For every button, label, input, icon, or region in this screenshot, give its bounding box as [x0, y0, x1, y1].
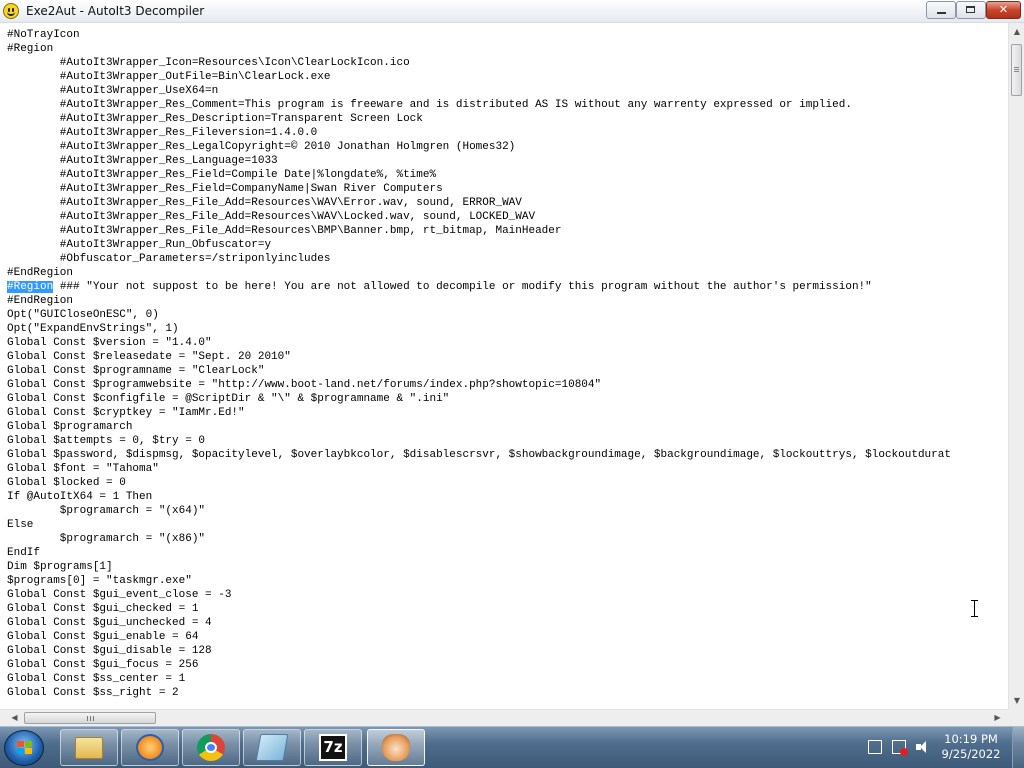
- taskbar-explorer[interactable]: [60, 729, 118, 766]
- code-line[interactable]: Global Const $gui_event_close = -3: [7, 588, 951, 602]
- show-desktop-button[interactable]: [1012, 727, 1024, 768]
- code-line[interactable]: #AutoIt3Wrapper_Res_Description=Transpar…: [7, 112, 951, 126]
- code-line[interactable]: #NoTrayIcon: [7, 28, 951, 42]
- code-line[interactable]: $programs[0] = "taskmgr.exe": [7, 574, 951, 588]
- code-line[interactable]: Global Const $gui_checked = 1: [7, 602, 951, 616]
- code-line[interactable]: Else: [7, 518, 951, 532]
- code-line[interactable]: #Region: [7, 42, 951, 56]
- code-line[interactable]: #AutoIt3Wrapper_OutFile=Bin\ClearLock.ex…: [7, 70, 951, 84]
- taskbar-chrome[interactable]: [182, 729, 240, 766]
- media-player-icon: [136, 734, 164, 761]
- code-line[interactable]: #AutoIt3Wrapper_Icon=Resources\Icon\Clea…: [7, 56, 951, 70]
- code-line[interactable]: #AutoIt3Wrapper_Res_File_Add=Resources\B…: [7, 224, 951, 238]
- start-button[interactable]: [4, 730, 44, 766]
- scrollbar-corner: [1008, 709, 1024, 726]
- notepad-icon: [255, 734, 289, 761]
- scroll-down-arrow-icon[interactable]: ▼: [1009, 692, 1024, 709]
- code-line[interactable]: #AutoIt3Wrapper_Res_Field=CompanyName|Sw…: [7, 182, 951, 196]
- code-line-text: ### "Your not suppost to be here! You ar…: [53, 281, 872, 293]
- code-line[interactable]: Global $programarch: [7, 420, 951, 434]
- close-icon: ✕: [998, 3, 1009, 16]
- code-line[interactable]: Global Const $releasedate = "Sept. 20 20…: [7, 350, 951, 364]
- horizontal-scroll-thumb[interactable]: [24, 712, 156, 724]
- vertical-scroll-thumb[interactable]: [1011, 44, 1022, 96]
- code-line[interactable]: #EndRegion: [7, 266, 951, 280]
- code-line[interactable]: Global Const $gui_unchecked = 4: [7, 616, 951, 630]
- code-line[interactable]: #AutoIt3Wrapper_Res_LegalCopyright=© 201…: [7, 140, 951, 154]
- code-line[interactable]: $programarch = "(x64)": [7, 504, 951, 518]
- code-line[interactable]: Global Const $programwebsite = "http://w…: [7, 378, 951, 392]
- taskbar: 7z 10:19 PM 9/25/2022: [0, 726, 1024, 768]
- source-code[interactable]: #NoTrayIcon #Region #AutoIt3Wrapper_Icon=…: [7, 28, 951, 700]
- code-line[interactable]: #AutoIt3Wrapper_UseX64=n: [7, 84, 951, 98]
- code-line[interactable]: #AutoIt3Wrapper_Res_Language=1033: [7, 154, 951, 168]
- selected-text[interactable]: #Region: [7, 281, 54, 293]
- text-cursor-icon: [970, 600, 979, 617]
- code-line[interactable]: #EndRegion: [7, 294, 951, 308]
- code-line[interactable]: Global Const $configfile = @ScriptDir & …: [7, 392, 951, 406]
- code-line[interactable]: Global $locked = 0: [7, 476, 951, 490]
- volume-icon[interactable]: [916, 740, 930, 754]
- clock-date: 9/25/2022: [941, 747, 1001, 761]
- code-line[interactable]: #AutoIt3Wrapper_Run_Obfuscator=y: [7, 238, 951, 252]
- minimize-icon: [937, 12, 946, 14]
- code-editor[interactable]: #NoTrayIcon #Region #AutoIt3Wrapper_Icon=…: [0, 23, 1008, 709]
- clock-time: 10:19 PM: [944, 732, 998, 746]
- code-line[interactable]: #AutoIt3Wrapper_Res_Field=Compile Date|%…: [7, 168, 951, 182]
- code-line[interactable]: Dim $programs[1]: [7, 560, 951, 574]
- code-line[interactable]: Opt("GUICloseOnESC", 0): [7, 308, 951, 322]
- exe2aut-app-icon[interactable]: [3, 3, 19, 19]
- scroll-left-arrow-icon[interactable]: ◀: [6, 710, 23, 726]
- code-line[interactable]: #Region ### "Your not suppost to be here…: [7, 280, 951, 294]
- scroll-up-arrow-icon[interactable]: ▲: [1009, 23, 1024, 40]
- folder-icon: [75, 737, 103, 759]
- clock[interactable]: 10:19 PM 9/25/2022: [935, 732, 1007, 762]
- taskbar-media-player[interactable]: [121, 729, 179, 766]
- close-button[interactable]: ✕: [986, 1, 1021, 19]
- restore-button[interactable]: [956, 1, 986, 19]
- code-line[interactable]: Global Const $programname = "ClearLock": [7, 364, 951, 378]
- code-line[interactable]: Global Const $cryptkey = "IamMr.Ed!": [7, 406, 951, 420]
- horizontal-scrollbar[interactable]: ◀ ▶: [0, 709, 1008, 726]
- network-icon[interactable]: [892, 740, 908, 756]
- code-line[interactable]: Global $font = "Tahoma": [7, 462, 951, 476]
- code-line[interactable]: Opt("ExpandEnvStrings", 1): [7, 322, 951, 336]
- code-line[interactable]: Global Const $gui_enable = 64: [7, 630, 951, 644]
- minimize-button[interactable]: [926, 1, 956, 19]
- vertical-scrollbar[interactable]: ▲ ▼: [1008, 23, 1024, 709]
- chrome-icon: [197, 734, 225, 761]
- code-line[interactable]: Global Const $version = "1.4.0": [7, 336, 951, 350]
- code-line[interactable]: Global Const $ss_center = 1: [7, 672, 951, 686]
- 7zip-icon: 7z: [319, 734, 347, 761]
- code-line[interactable]: EndIf: [7, 546, 951, 560]
- code-line[interactable]: #AutoIt3Wrapper_Res_File_Add=Resources\W…: [7, 210, 951, 224]
- code-line[interactable]: Global Const $gui_disable = 128: [7, 644, 951, 658]
- code-line[interactable]: #AutoIt3Wrapper_Res_Fileversion=1.4.0.0: [7, 126, 951, 140]
- code-line[interactable]: If @AutoItX64 = 1 Then: [7, 490, 951, 504]
- action-center-icon[interactable]: [868, 740, 882, 754]
- code-line[interactable]: $programarch = "(x86)": [7, 532, 951, 546]
- scroll-right-arrow-icon[interactable]: ▶: [989, 710, 1006, 726]
- taskbar-exe2aut-active[interactable]: [367, 729, 425, 766]
- code-line[interactable]: #AutoIt3Wrapper_Res_Comment=This program…: [7, 98, 951, 112]
- code-line[interactable]: #AutoIt3Wrapper_Res_File_Add=Resources\W…: [7, 196, 951, 210]
- taskbar-7zip[interactable]: 7z: [304, 729, 362, 766]
- code-line[interactable]: #Obfuscator_Parameters=/striponlyinclude…: [7, 252, 951, 266]
- window-title: Exe2Aut - AutoIt3 Decompiler: [26, 4, 205, 18]
- restore-icon: [966, 6, 975, 13]
- windows-logo-icon: [17, 741, 33, 755]
- title-bar[interactable]: Exe2Aut - AutoIt3 Decompiler ✕: [0, 0, 1024, 23]
- taskbar-notepad[interactable]: [243, 729, 301, 766]
- code-line[interactable]: Global Const $gui_focus = 256: [7, 658, 951, 672]
- code-line[interactable]: Global $attempts = 0, $try = 0: [7, 434, 951, 448]
- exe2aut-icon: [382, 734, 410, 761]
- code-line[interactable]: Global $password, $dispmsg, $opacityleve…: [7, 448, 951, 462]
- code-line[interactable]: Global Const $ss_right = 2: [7, 686, 951, 700]
